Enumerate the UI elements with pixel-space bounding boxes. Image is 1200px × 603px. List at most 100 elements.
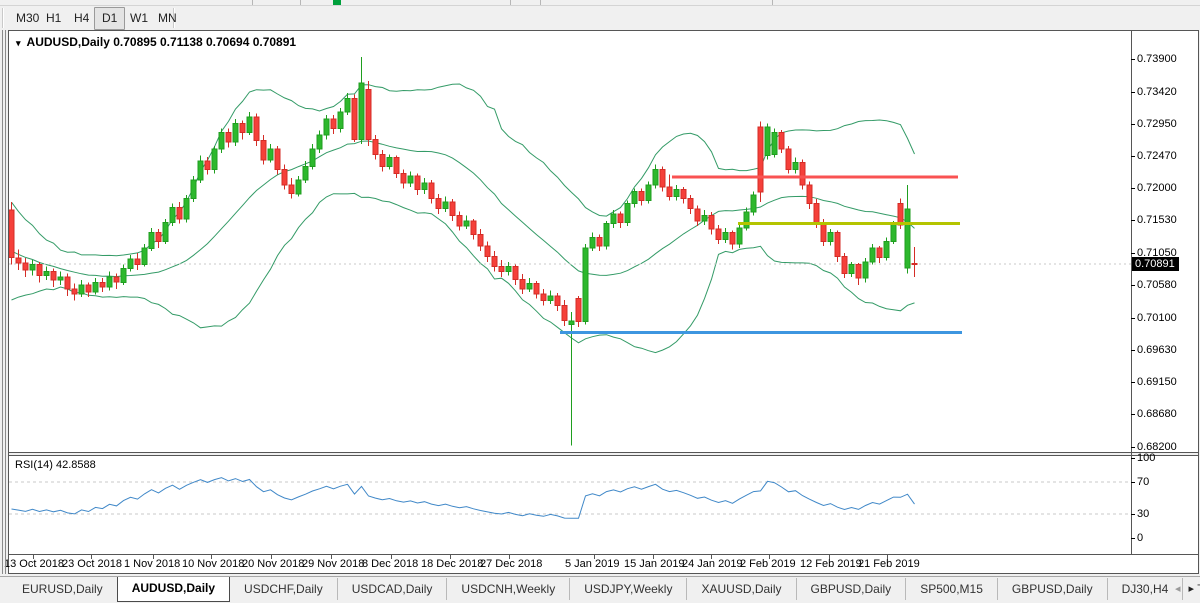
candle xyxy=(470,219,477,240)
candle xyxy=(176,201,183,224)
candle xyxy=(22,257,29,277)
price-axis-label: 0.72000 xyxy=(1137,182,1177,194)
candle xyxy=(785,146,792,174)
toolbar-grip[interactable] xyxy=(2,8,4,28)
date-axis-tick xyxy=(331,555,332,559)
date-axis-label: 18 Dec 2018 xyxy=(421,558,484,570)
date-axis-tick xyxy=(509,555,510,559)
chart-tab-usdchf-daily[interactable]: USDCHF,Daily xyxy=(230,578,337,600)
rsi-axis-label: 30 xyxy=(1137,508,1150,520)
chart-tab-dj30-h4[interactable]: DJ30,H4 xyxy=(1106,578,1183,600)
candle xyxy=(743,207,750,231)
timeframe-toolbar: M30 H1 H4 D1 W1 MN xyxy=(0,6,1200,30)
price-axis-tick xyxy=(1131,124,1135,125)
candle xyxy=(519,274,526,294)
chart-tab-sp500-m15[interactable]: SP500,M15 xyxy=(905,578,997,600)
candle xyxy=(806,181,813,209)
chart-window[interactable]: ▾ AUDUSD,Daily 0.70895 0.71138 0.70694 0.… xyxy=(4,30,1199,574)
price-axis-tick xyxy=(1131,156,1135,157)
candle xyxy=(71,283,78,301)
candle xyxy=(841,253,848,279)
candle xyxy=(666,174,673,201)
candle xyxy=(421,178,428,194)
candle xyxy=(575,295,582,328)
candle xyxy=(799,159,806,190)
tab-scroll-controls: ◂ ▸ xyxy=(1175,582,1194,595)
main-chart-canvas[interactable] xyxy=(9,31,1131,452)
date-axis-label: 10 Nov 2018 xyxy=(182,558,245,570)
candle xyxy=(36,261,43,283)
candle xyxy=(92,278,99,295)
chart-tab-usdjpy-weekly[interactable]: USDJPY,Weekly xyxy=(569,578,686,600)
price-axis-tick xyxy=(1131,318,1135,319)
chart-tab-eurusd-daily[interactable]: EURUSD,Daily xyxy=(8,578,117,600)
candle xyxy=(680,187,687,204)
date-axis-label: 12 Feb 2019 xyxy=(800,558,862,570)
candle xyxy=(463,215,470,230)
candle xyxy=(148,227,155,251)
price-axis-label: 0.70580 xyxy=(1137,279,1177,291)
date-axis-label: 20 Nov 2018 xyxy=(242,558,305,570)
chart-tab-usdcad-daily[interactable]: USDCAD,Daily xyxy=(336,578,447,600)
candle xyxy=(561,300,568,326)
timeframe-button-h4[interactable]: H4 xyxy=(66,7,97,30)
candle xyxy=(288,178,295,199)
candle xyxy=(365,80,372,147)
chart-tab-usdcnh-weekly[interactable]: USDCNH,Weekly xyxy=(446,578,569,600)
candle xyxy=(435,193,442,215)
candle xyxy=(414,173,421,196)
rsi-axis-tick xyxy=(1131,458,1135,459)
candle xyxy=(43,266,50,281)
candle xyxy=(491,251,498,272)
candle xyxy=(15,249,22,270)
date-axis-tick xyxy=(829,555,830,559)
candle xyxy=(323,114,330,140)
candle xyxy=(631,188,638,208)
candle xyxy=(904,184,911,274)
candle xyxy=(449,199,456,221)
candle xyxy=(218,128,225,153)
chart-tab-gbpusd-daily[interactable]: GBPUSD,Daily xyxy=(996,578,1107,600)
candle xyxy=(316,130,323,153)
price-axis-tick xyxy=(1131,447,1135,448)
candle xyxy=(281,164,288,190)
tab-scroll-left-icon[interactable]: ◂ xyxy=(1175,583,1181,595)
timeframe-button-h1[interactable]: H1 xyxy=(38,7,69,30)
candle xyxy=(225,128,232,148)
candle xyxy=(267,144,274,163)
price-axis-tick xyxy=(1131,92,1135,93)
chart-tab-xauusd-daily[interactable]: XAUUSD,Daily xyxy=(686,578,795,600)
candle xyxy=(197,155,204,183)
candle xyxy=(883,237,890,261)
candle xyxy=(827,229,834,246)
chart-tab-audusd-daily[interactable]: AUDUSD,Daily xyxy=(116,577,231,602)
chart-tab-gbpusd-daily[interactable]: GBPUSD,Daily xyxy=(795,578,906,600)
candle xyxy=(379,150,386,172)
current-price-label: 0.70891 xyxy=(1132,257,1179,271)
timeframe-button-d1[interactable]: D1 xyxy=(94,7,126,30)
toolbar-separator xyxy=(772,0,773,5)
candle xyxy=(498,259,505,277)
candle xyxy=(99,278,106,292)
tab-scroll-right-icon[interactable]: ▸ xyxy=(1188,583,1194,595)
candle xyxy=(645,181,652,204)
toolbar-separator xyxy=(252,0,253,5)
rsi-axis-tick xyxy=(1131,538,1135,539)
candle xyxy=(162,219,169,245)
rsi-pane-canvas[interactable] xyxy=(9,456,1131,554)
price-axis-tick xyxy=(1131,59,1135,60)
candle xyxy=(708,212,715,235)
date-axis-tick xyxy=(391,555,392,559)
candle xyxy=(127,255,134,272)
date-axis-tick xyxy=(271,555,272,559)
window-edge-line xyxy=(5,30,6,574)
candle xyxy=(358,57,365,145)
date-axis-label: 13 Oct 2018 xyxy=(4,558,64,570)
candle xyxy=(750,191,757,216)
timeframe-button-mn[interactable]: MN xyxy=(150,7,185,30)
candle xyxy=(652,164,659,189)
chart-tab-bar: EURUSD,Daily AUDUSD,Daily USDCHF,Daily USDC… xyxy=(0,576,1200,603)
candle xyxy=(778,129,785,153)
date-axis-tick xyxy=(594,555,595,559)
candle xyxy=(764,123,771,160)
